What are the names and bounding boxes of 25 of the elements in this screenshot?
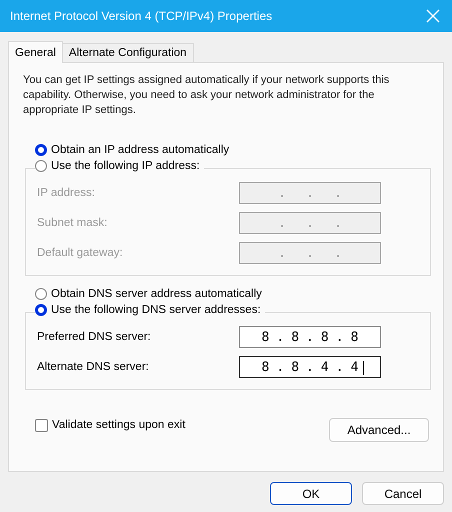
radio-label: Use the following DNS server addresses: xyxy=(51,304,261,316)
advanced-button[interactable]: Advanced... xyxy=(329,418,429,442)
description-text: You can get IP settings assigned automatically if your network supports this capability. Otherwise, you need to ask your network administrator for the appropriate IP settings. xyxy=(23,73,390,118)
ip-address-field[interactable]: 8 . 8 . 4 . 4 xyxy=(239,356,381,378)
close-icon[interactable] xyxy=(426,9,440,23)
field-label: IP address: xyxy=(37,187,95,199)
dialog-button[interactable]: OK xyxy=(270,482,352,505)
checkbox-label: Validate settings upon exit xyxy=(52,419,186,431)
field-label: Subnet mask: xyxy=(37,217,108,229)
field-label: Alternate DNS server: xyxy=(37,361,149,373)
radio-button[interactable] xyxy=(35,160,47,172)
radio-label: Obtain DNS server address automatically xyxy=(51,288,262,300)
field-label: Preferred DNS server: xyxy=(37,331,151,343)
radio-button[interactable] xyxy=(35,288,47,300)
dialog-button[interactable]: Cancel xyxy=(362,482,444,505)
ip-address-field[interactable]: 8 . 8 . 8 . 8 xyxy=(239,326,381,348)
tab[interactable]: General xyxy=(8,41,63,63)
radio-button[interactable] xyxy=(35,144,47,156)
field-label: Default gateway: xyxy=(37,247,123,259)
window-title: Internet Protocol Version 4 (TCP/IPv4) Properties xyxy=(10,9,272,23)
radio-button[interactable] xyxy=(35,304,47,316)
checkbox[interactable] xyxy=(35,418,48,432)
tab[interactable]: Alternate Configuration xyxy=(62,43,194,62)
radio-label: Use the following IP address: xyxy=(51,160,200,172)
radio-label: Obtain an IP address automatically xyxy=(51,144,230,156)
